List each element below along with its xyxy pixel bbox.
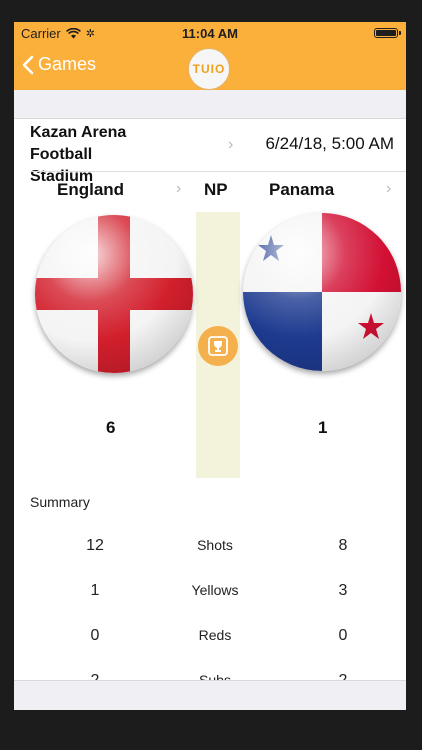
chevron-left-icon	[22, 55, 34, 74]
chevron-right-icon: ›	[228, 136, 234, 153]
app-screen: Carrier ✲ 11:04 AM Games TUIO Kazan Aren…	[14, 22, 406, 710]
england-flag-icon	[35, 215, 193, 373]
away-stat: 3	[338, 582, 348, 599]
divider	[30, 171, 406, 172]
stat-label: Yellows	[191, 582, 239, 598]
home-score: 6	[106, 418, 116, 437]
home-stat: 0	[90, 627, 100, 644]
summary-heading: Summary	[30, 494, 90, 510]
status-bar: Carrier ✲ 11:04 AM	[14, 22, 406, 44]
app-logo: TUIO	[188, 48, 230, 90]
stat-label: Shots	[197, 537, 233, 553]
nav-header: Carrier ✲ 11:04 AM Games TUIO	[14, 22, 406, 90]
away-team-name[interactable]: Panama	[269, 180, 334, 200]
venue-name: Kazan Arena	[30, 124, 127, 141]
stat-label: Reds	[198, 627, 232, 643]
home-stat: 12	[86, 537, 104, 554]
away-score: 1	[318, 418, 328, 437]
summary-row: 1 Yellows 3	[14, 582, 406, 604]
battery-icon	[374, 28, 401, 38]
away-stat: 0	[338, 627, 348, 644]
back-label: Games	[38, 54, 97, 74]
trophy-icon	[208, 336, 228, 356]
match-datetime[interactable]: 6/24/18, 5:00 AM	[265, 134, 394, 154]
panama-flag-icon	[243, 213, 401, 371]
home-team-name[interactable]: England	[57, 180, 124, 200]
panama-flag-ball[interactable]	[243, 213, 401, 371]
section-spacer	[14, 90, 406, 119]
logo-text: TUIO	[192, 62, 226, 76]
summary-row: 0 Reds 0	[14, 627, 406, 649]
status-time: 11:04 AM	[182, 26, 238, 41]
match-status: NP	[204, 180, 228, 199]
chevron-right-icon: ›	[386, 180, 392, 197]
bottom-toolbar	[14, 680, 406, 710]
trophy-button[interactable]	[198, 326, 238, 366]
venue-cell[interactable]: Kazan Arena Football Stadium	[30, 122, 150, 188]
back-button[interactable]: Games	[22, 54, 96, 75]
england-flag-ball[interactable]	[35, 215, 193, 373]
home-stat: 1	[90, 582, 100, 599]
chevron-right-icon: ›	[176, 180, 182, 197]
summary-row: 12 Shots 8	[14, 537, 406, 559]
away-stat: 8	[338, 537, 348, 554]
